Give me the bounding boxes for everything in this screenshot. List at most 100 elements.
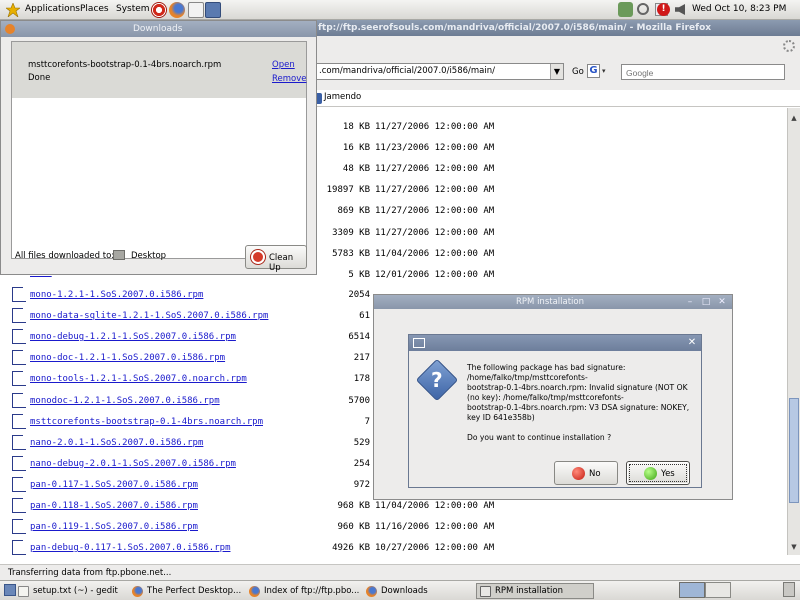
file-name-link[interactable]: nano-debug-2.0.1-1.SoS.2007.0.i586.rpm bbox=[30, 459, 236, 469]
clean-up-icon bbox=[251, 250, 265, 264]
file-icon bbox=[12, 392, 26, 408]
scroll-down-icon[interactable]: ▼ bbox=[788, 541, 800, 553]
file-name-link[interactable]: pan-0.117-1.SoS.2007.0.i586.rpm bbox=[30, 480, 198, 490]
terminal-launcher-icon[interactable] bbox=[205, 2, 221, 18]
task-label: Index of ftp://ftp.pbo... bbox=[264, 586, 360, 596]
close-icon[interactable]: ✕ bbox=[716, 296, 728, 308]
task-label: The Perfect Desktop... bbox=[147, 586, 242, 596]
system-menu[interactable]: System bbox=[116, 4, 150, 14]
file-icon bbox=[12, 476, 26, 492]
file-size: 48 KB bbox=[342, 164, 370, 175]
file-icon bbox=[12, 308, 26, 324]
yes-icon bbox=[644, 467, 657, 480]
clean-up-label: Clean Up bbox=[269, 253, 294, 273]
clean-up-button[interactable]: Clean Up bbox=[245, 245, 307, 273]
task-gedit[interactable]: setup.txt (~) - gedit bbox=[14, 583, 126, 599]
file-name-link[interactable]: pan-0.119-1.SoS.2007.0.i586.rpm bbox=[30, 522, 198, 532]
file-date: 11/27/2006 12:00:00 AM bbox=[375, 227, 495, 238]
url-input[interactable]: .com/mandriva/official/2007.0/i586/main/ bbox=[310, 63, 564, 80]
engine-dropdown-icon[interactable]: ▾ bbox=[602, 67, 606, 75]
dialog-close-icon[interactable]: ✕ bbox=[686, 337, 698, 349]
file-size: 5700 bbox=[348, 395, 370, 406]
download-location-label: All files downloaded to: bbox=[15, 251, 115, 261]
places-menu[interactable]: Places bbox=[80, 4, 109, 14]
mail-launcher-icon[interactable] bbox=[188, 2, 204, 18]
gnome-foot-icon[interactable] bbox=[6, 3, 20, 17]
minimize-icon[interactable]: – bbox=[684, 296, 696, 308]
downloads-titlebar[interactable]: Downloads bbox=[1, 21, 316, 37]
network-icon[interactable] bbox=[618, 2, 633, 17]
help-lifebuoy-icon[interactable] bbox=[151, 2, 167, 18]
file-icon bbox=[12, 540, 26, 556]
dialog-message: The following package has bad signature:… bbox=[467, 363, 690, 422]
file-name-link[interactable]: mono-doc-1.2.1-1.SoS.2007.0.i586.rpm bbox=[30, 353, 225, 363]
file-name-link[interactable]: pan-debug-0.117-1.SoS.2007.0.i586.rpm bbox=[30, 543, 230, 553]
file-icon bbox=[12, 413, 26, 429]
file-date: 11/27/2006 12:00:00 AM bbox=[375, 185, 495, 196]
url-dropdown-icon[interactable]: ▼ bbox=[550, 64, 563, 79]
throbber-icon bbox=[783, 40, 795, 52]
applications-menu[interactable]: Applications bbox=[25, 4, 80, 14]
task-perfect-desktop[interactable]: The Perfect Desktop... bbox=[128, 583, 243, 599]
open-link[interactable]: Open bbox=[272, 60, 295, 70]
file-name-link[interactable]: mono-data-sqlite-1.2.1-1.SoS.2007.0.i586… bbox=[30, 311, 268, 321]
file-icon bbox=[12, 455, 26, 471]
file-icon bbox=[12, 434, 26, 450]
trash-icon[interactable] bbox=[783, 582, 795, 597]
file-date: 11/27/2006 12:00:00 AM bbox=[375, 206, 495, 217]
rpm-title: RPM installation bbox=[516, 297, 584, 307]
workspace-1[interactable] bbox=[679, 582, 705, 598]
task-rpm-installation[interactable]: RPM installation bbox=[476, 583, 594, 599]
file-date: 11/27/2006 12:00:00 AM bbox=[375, 164, 495, 175]
firefox-launcher-icon[interactable] bbox=[169, 2, 185, 18]
no-button[interactable]: No bbox=[554, 461, 618, 485]
status-text: Transferring data from ftp.pbone.net... bbox=[8, 568, 172, 578]
dialog-titlebar[interactable]: ✕ bbox=[409, 335, 701, 351]
search-input[interactable] bbox=[621, 64, 785, 80]
file-name-link[interactable]: mono-1.2.1-1.SoS.2007.0.i586.rpm bbox=[30, 290, 203, 300]
rpm-titlebar[interactable]: RPM installation – □ ✕ bbox=[374, 295, 732, 309]
clock[interactable]: Wed Oct 10, 8:23 PM bbox=[692, 4, 786, 14]
file-size: 869 KB bbox=[337, 206, 370, 217]
remove-link[interactable]: Remove bbox=[272, 74, 307, 84]
maximize-icon[interactable]: □ bbox=[700, 296, 712, 308]
window-icon bbox=[413, 338, 425, 348]
search-icon[interactable] bbox=[637, 3, 649, 15]
file-size: 19897 KB bbox=[326, 185, 370, 196]
file-icon bbox=[12, 519, 26, 535]
dialog-question: Do you want to continue installation ? bbox=[467, 433, 612, 442]
file-size: 254 bbox=[353, 458, 370, 469]
file-icon bbox=[12, 498, 26, 513]
scrollbar-thumb[interactable] bbox=[789, 398, 799, 503]
alert-icon[interactable]: ! bbox=[657, 3, 670, 16]
go-button[interactable]: Go bbox=[572, 67, 584, 77]
task-index-of-ftp[interactable]: Index of ftp://ftp.pbo... bbox=[245, 583, 360, 599]
file-name-link[interactable]: mono-debug-1.2.1-1.SoS.2007.0.i586.rpm bbox=[30, 332, 236, 342]
download-item[interactable]: msttcorefonts-bootstrap-0.1-4brs.noarch.… bbox=[12, 42, 307, 98]
file-name-link[interactable]: monodoc-1.2.1-1.SoS.2007.0.i586.rpm bbox=[30, 396, 220, 406]
task-label: Downloads bbox=[381, 586, 428, 596]
workspace-2[interactable] bbox=[705, 582, 731, 598]
task-label: setup.txt (~) - gedit bbox=[33, 586, 118, 596]
file-size: 178 bbox=[353, 374, 370, 385]
file-name-link[interactable]: mono-tools-1.2.1-1.SoS.2007.0.noarch.rpm bbox=[30, 374, 247, 384]
scroll-up-icon[interactable]: ▲ bbox=[788, 112, 800, 124]
file-name-link[interactable]: pan-0.118-1.SoS.2007.0.i586.rpm bbox=[30, 501, 198, 511]
volume-icon[interactable] bbox=[675, 4, 685, 15]
file-name-link[interactable]: msttcorefonts-bootstrap-0.1-4brs.noarch.… bbox=[30, 417, 263, 427]
file-size: 61 bbox=[359, 311, 370, 322]
file-date: 11/27/2006 12:00:00 AM bbox=[375, 122, 495, 132]
bookmark-jamendo[interactable]: Jamendo bbox=[324, 92, 361, 102]
table-row: pan-0.119-1.SoS.2007.0.i586.rpm 960 KB 11/… bbox=[0, 517, 780, 538]
file-name-link[interactable]: nano-2.0.1-1.SoS.2007.0.i586.rpm bbox=[30, 438, 203, 448]
yes-label: Yes bbox=[661, 469, 675, 479]
task-downloads[interactable]: Downloads bbox=[362, 583, 474, 599]
file-icon bbox=[12, 371, 26, 387]
download-folder[interactable]: Desktop bbox=[131, 251, 166, 261]
file-size: 7 bbox=[364, 416, 370, 427]
task-label: RPM installation bbox=[495, 586, 563, 596]
google-engine-icon[interactable]: G bbox=[587, 64, 600, 78]
downloads-list: msttcorefonts-bootstrap-0.1-4brs.noarch.… bbox=[11, 41, 307, 259]
file-size: 3309 KB bbox=[332, 227, 370, 238]
yes-button[interactable]: Yes bbox=[626, 461, 690, 485]
